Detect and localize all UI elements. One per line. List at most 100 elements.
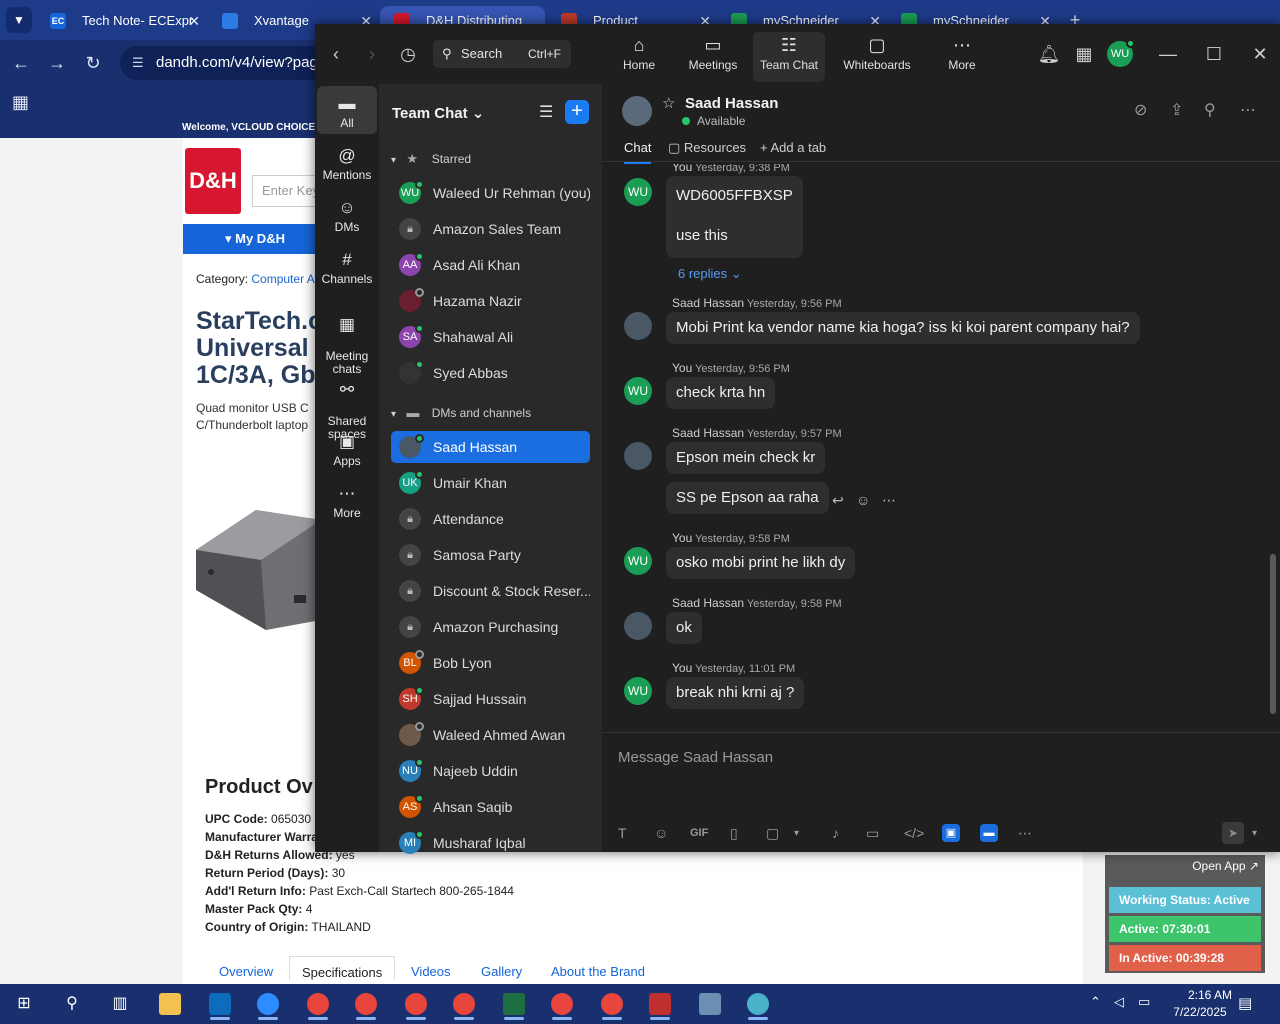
filezilla-icon[interactable] bbox=[640, 988, 680, 1020]
avatar[interactable] bbox=[622, 96, 652, 126]
message-bubble[interactable]: Epson mein check kr bbox=[666, 442, 826, 474]
browser-tab-1[interactable]: EC Tech Note- ECExpr ✕ bbox=[36, 6, 206, 36]
nav-team-chat[interactable]: ☷ Team Chat bbox=[753, 32, 825, 82]
bell-icon[interactable]: 🔔︎ bbox=[1036, 41, 1062, 67]
history-icon[interactable]: ◷ bbox=[395, 41, 421, 67]
task-view-icon[interactable]: ▥ bbox=[100, 988, 140, 1020]
starred-section-header[interactable]: ▾ ★ Starred bbox=[391, 151, 471, 167]
chevron-up-icon[interactable]: ⌃ bbox=[1090, 994, 1101, 1010]
message-bubble[interactable]: osko mobi print he likh dy bbox=[666, 547, 856, 579]
tab-menu-button[interactable]: ▼ bbox=[6, 7, 32, 33]
notification-icon[interactable]: ▤ bbox=[1238, 994, 1252, 1012]
chevron-down-icon[interactable]: ▾ bbox=[794, 828, 799, 839]
rail-all[interactable]: ▬ All bbox=[317, 86, 377, 134]
file-icon[interactable]: ▯ bbox=[730, 825, 738, 842]
message-bubble[interactable]: break nhi krni aj ? bbox=[666, 677, 805, 709]
tab-gallery[interactable]: Gallery bbox=[481, 964, 522, 979]
avatar[interactable]: WU bbox=[624, 377, 652, 405]
tab-videos[interactable]: Videos bbox=[411, 964, 451, 979]
more-options-icon[interactable]: ⋯ bbox=[1240, 100, 1256, 120]
sidebar-item[interactable]: 🔒︎ Amazon Sales Team bbox=[391, 213, 590, 245]
chrome-icon[interactable] bbox=[542, 988, 582, 1020]
forward-arrow-icon[interactable]: → bbox=[44, 50, 70, 76]
close-icon[interactable]: ✕ bbox=[1247, 41, 1273, 67]
forward-arrow-icon[interactable]: › bbox=[359, 41, 385, 67]
chat-scrollbar[interactable] bbox=[1270, 164, 1276, 734]
rail-more[interactable]: ⋯ More bbox=[317, 482, 377, 520]
sidebar-item[interactable]: SH Sajjad Hussain bbox=[391, 683, 590, 715]
tab-chat[interactable]: Chat bbox=[624, 140, 652, 164]
avatar[interactable] bbox=[624, 612, 652, 640]
rail-mentions[interactable]: @ Mentions bbox=[317, 144, 377, 182]
avatar[interactable] bbox=[624, 312, 652, 340]
share-screen-icon[interactable]: ⇪ bbox=[1170, 100, 1183, 120]
excel-icon[interactable] bbox=[494, 988, 534, 1020]
tab-about-brand[interactable]: About the Brand bbox=[551, 964, 645, 979]
message-bubble[interactable]: WD6005FFBXSP use this bbox=[666, 176, 803, 258]
chrome-icon[interactable] bbox=[346, 988, 386, 1020]
tab-resources[interactable]: ▢ Resources bbox=[668, 140, 746, 156]
sidebar-item[interactable]: 🔒︎ Samosa Party bbox=[391, 539, 590, 571]
sidebar-item[interactable]: 🔒︎ Amazon Purchasing bbox=[391, 611, 590, 643]
dms-section-header[interactable]: ▾ ▬ DMs and channels bbox=[391, 405, 531, 420]
chrome-icon[interactable] bbox=[444, 988, 484, 1020]
nav-home[interactable]: ⌂ Home bbox=[603, 32, 675, 82]
text-format-icon[interactable]: T bbox=[618, 825, 627, 841]
sidebar-item[interactable]: BL Bob Lyon bbox=[391, 647, 590, 679]
sidebar-item[interactable]: Saad Hassan bbox=[391, 431, 590, 463]
sidebar-item[interactable]: 🔒︎ Discount & Stock Reser... bbox=[391, 575, 590, 607]
sidebar-item[interactable]: UK Umair Khan bbox=[391, 467, 590, 499]
message-bubble[interactable]: check krta hn bbox=[666, 377, 776, 409]
sidebar-item[interactable]: 🔒︎ Attendance bbox=[391, 503, 590, 535]
sidebar-item[interactable]: AA Asad Ali Khan bbox=[391, 249, 590, 281]
sidebar-item[interactable]: Hazama Nazir bbox=[391, 285, 590, 317]
emoji-icon[interactable]: ☺ bbox=[856, 492, 870, 508]
app-icon[interactable]: ▣ bbox=[942, 824, 960, 842]
star-icon[interactable]: ☆ bbox=[662, 94, 675, 112]
rail-channels[interactable]: # Channels bbox=[317, 248, 377, 286]
sidebar-title[interactable]: Team Chat ⌄ bbox=[392, 104, 484, 122]
screenshot-icon[interactable]: ▢ bbox=[766, 825, 779, 842]
calculator-icon[interactable] bbox=[690, 988, 730, 1020]
chat-contact-name[interactable]: Saad Hassan bbox=[685, 95, 778, 112]
volume-icon[interactable]: ◁ bbox=[1114, 994, 1124, 1010]
search-icon[interactable]: ⚲ bbox=[52, 988, 92, 1020]
reload-icon[interactable]: ↻ bbox=[80, 50, 106, 76]
avatar[interactable] bbox=[624, 442, 652, 470]
nav-more[interactable]: ⋯ More bbox=[927, 32, 997, 82]
close-tab-icon[interactable]: ✕ bbox=[188, 6, 200, 36]
sidebar-item[interactable]: Syed Abbas bbox=[391, 357, 590, 389]
gif-icon[interactable]: GIF bbox=[690, 827, 708, 839]
search-icon[interactable]: ⚲ bbox=[1204, 100, 1216, 120]
tab-specifications[interactable]: Specifications bbox=[289, 956, 396, 980]
clock-time[interactable]: 2:16 AM bbox=[1172, 988, 1248, 1002]
video-icon[interactable]: ▭ bbox=[866, 825, 879, 842]
sidebar-item[interactable]: NU Najeeb Uddin bbox=[391, 755, 590, 787]
scroll-thumb[interactable] bbox=[1270, 554, 1276, 714]
nav-whiteboards[interactable]: ▢ Whiteboards bbox=[839, 32, 915, 82]
site-info-icon[interactable]: ☰ bbox=[132, 46, 144, 80]
maximize-icon[interactable]: ☐ bbox=[1201, 41, 1227, 67]
message-bubble[interactable]: ok bbox=[666, 612, 702, 644]
message-input[interactable] bbox=[618, 743, 1258, 771]
calendar-icon[interactable]: ▦ bbox=[1071, 41, 1097, 67]
app-icon[interactable] bbox=[738, 988, 778, 1020]
chevron-down-icon[interactable]: ▾ bbox=[1252, 828, 1257, 839]
chrome-icon[interactable] bbox=[592, 988, 632, 1020]
clock-date[interactable]: 7/22/2025 bbox=[1162, 1005, 1238, 1019]
sidebar-item[interactable]: AS Ahsan Saqib bbox=[391, 791, 590, 823]
sidebar-item[interactable]: WU Waleed Ur Rehman (you) bbox=[391, 177, 590, 209]
send-icon[interactable]: ➤ bbox=[1222, 822, 1244, 844]
tab-add-a-tab[interactable]: + Add a tab bbox=[760, 140, 826, 155]
app-icon[interactable]: ▬ bbox=[980, 824, 998, 842]
nav-meetings[interactable]: ▭ Meetings bbox=[677, 32, 749, 82]
search-box[interactable]: ⚲ Search Ctrl+F bbox=[433, 40, 571, 68]
avatar[interactable]: WU bbox=[624, 178, 652, 206]
file-explorer-icon[interactable] bbox=[150, 988, 190, 1020]
message-bubble[interactable]: Mobi Print ka vendor name kia hoga? iss … bbox=[666, 312, 1140, 344]
back-arrow-icon[interactable]: ‹ bbox=[323, 41, 349, 67]
apps-grid-icon[interactable]: ▦ bbox=[12, 92, 29, 113]
new-chat-button[interactable]: + bbox=[565, 100, 589, 124]
avatar[interactable]: WU bbox=[624, 677, 652, 705]
message-bubble[interactable]: SS pe Epson aa raha bbox=[666, 482, 829, 514]
